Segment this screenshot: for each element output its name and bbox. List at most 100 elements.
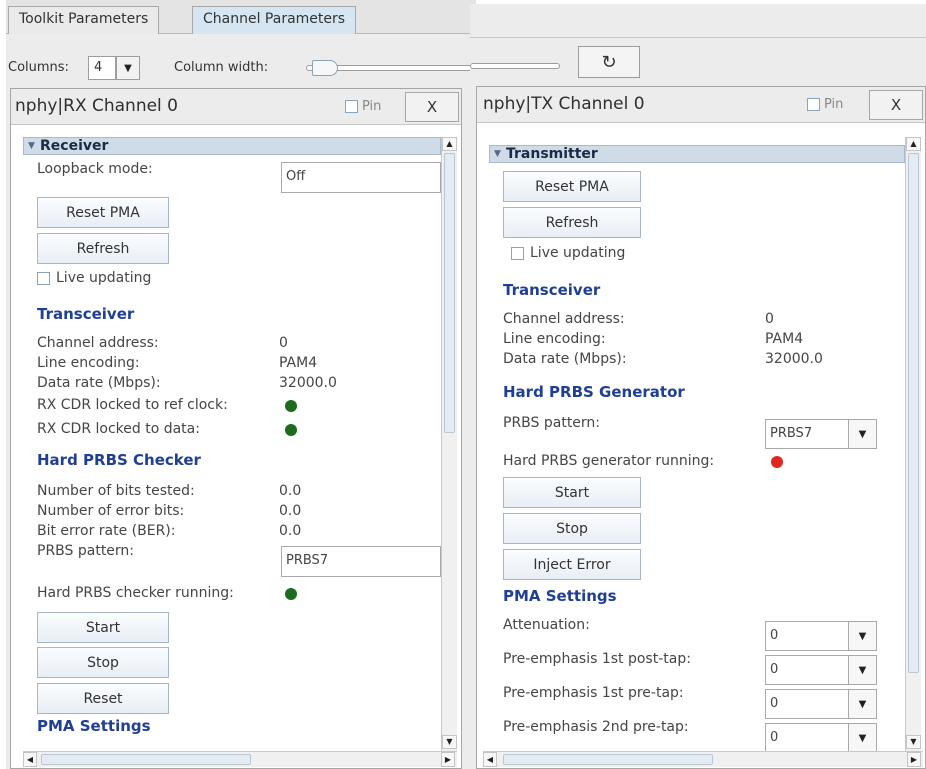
pre-emphasis-2nd-pre-tap-label: Pre-emphasis 2nd pre-tap: [503, 719, 689, 735]
tx-close-button[interactable]: X [869, 90, 923, 120]
rx-vertical-scroll-thumb[interactable] [444, 153, 455, 433]
rx-close-button[interactable]: X [405, 92, 459, 122]
tx-start-button[interactable]: Start [503, 477, 641, 508]
transmitter-section-title: Transmitter [506, 146, 598, 162]
rx-panel-header: nphy|RX Channel 0 Pin X [11, 89, 461, 125]
rx-prbs-pattern-field[interactable]: PRBS7 [281, 546, 441, 577]
rx-pma-settings-heading: PMA Settings [37, 717, 151, 735]
tx-pin-toggle[interactable]: Pin [807, 97, 843, 112]
rx-scroll-down-icon[interactable]: ▼ [442, 735, 457, 749]
tx-pin-label: Pin [824, 97, 844, 112]
tab-toolkit-parameters[interactable]: Toolkit Parameters [8, 6, 160, 34]
tx-line-encoding-label: Line encoding: [503, 331, 606, 347]
dropdown-icon[interactable]: ▼ [849, 655, 877, 685]
section-collapse-icon[interactable]: ▼ [494, 146, 501, 162]
columns-label: Columns: [8, 60, 69, 75]
rx-transceiver-heading: Transceiver [37, 305, 135, 323]
dropdown-icon[interactable]: ▼ [849, 689, 877, 719]
tx-channel-panel: nphy|TX Channel 0 Pin X ▼ Transmitter Re… [476, 86, 926, 769]
rx-scroll-up-icon[interactable]: ▲ [442, 137, 457, 151]
cdr-ref-clock-status-icon [285, 400, 297, 412]
rx-vertical-scrollbar[interactable]: ▲ ▼ [441, 137, 457, 751]
tx-live-updating-toggle[interactable]: Live updating [511, 245, 625, 261]
dropdown-icon[interactable]: ▼ [849, 621, 877, 651]
section-collapse-icon[interactable]: ▼ [28, 138, 35, 154]
refresh-layout-icon[interactable]: ↻ [578, 46, 640, 78]
column-width-label: Column width: [174, 60, 269, 75]
rx-scroll-left-icon[interactable]: ◀ [23, 752, 37, 767]
tx-pma-settings-heading: PMA Settings [503, 587, 617, 605]
dropdown-icon[interactable]: ▼ [849, 723, 877, 751]
rx-reset-button[interactable]: Reset [37, 683, 169, 714]
tx-scroll-up-icon[interactable]: ▲ [906, 137, 921, 151]
rx-pin-toggle[interactable]: Pin [345, 99, 381, 114]
pre-emphasis-1st-post-tap-label: Pre-emphasis 1st post-tap: [503, 651, 691, 667]
prbs-checker-heading: Hard PRBS Checker [37, 451, 201, 469]
tx-prbs-pattern-value: PRBS7 [765, 419, 849, 449]
receiver-section-title: Receiver [40, 138, 109, 154]
tx-vertical-scroll-thumb[interactable] [908, 153, 919, 673]
columns-select[interactable]: 4 [88, 56, 116, 80]
error-bits-value: 0.0 [279, 503, 302, 519]
checker-running-label: Hard PRBS checker running: [37, 585, 234, 601]
tx-transceiver-heading: Transceiver [503, 281, 601, 299]
tx-vertical-scrollbar[interactable]: ▲ ▼ [905, 137, 921, 751]
attenuation-value: 0 [765, 621, 849, 651]
tab-channel-parameters[interactable]: Channel Parameters [192, 6, 357, 34]
rx-start-button[interactable]: Start [37, 612, 169, 643]
tx-stop-button[interactable]: Stop [503, 513, 641, 544]
right-window: ↻ nphy|TX Channel 0 Pin X ▼ Transmitter … [470, 4, 926, 769]
tx-horizontal-scroll-thumb[interactable] [503, 754, 713, 765]
tx-live-updating-checkbox[interactable] [511, 246, 524, 260]
inject-error-button[interactable]: Inject Error [503, 549, 641, 580]
tx-prbs-pattern-select[interactable]: PRBS7 ▼ [765, 419, 877, 449]
rx-live-updating-toggle[interactable]: Live updating [37, 270, 151, 286]
rx-refresh-button[interactable]: Refresh [37, 233, 169, 264]
tx-data-rate-value: 32000.0 [765, 351, 823, 367]
generator-running-label: Hard PRBS generator running: [503, 453, 715, 469]
pre-emphasis-1st-pre-tap-select[interactable]: 0 ▼ [765, 689, 877, 719]
tx-panel-title: nphy|TX Channel 0 [483, 94, 645, 114]
rx-scroll-right-icon[interactable]: ▶ [441, 752, 455, 767]
pre-emphasis-2nd-pre-tap-select[interactable]: 0 ▼ [765, 723, 877, 751]
loopback-mode-label: Loopback mode: [37, 161, 153, 177]
ber-label: Bit error rate (BER): [37, 523, 176, 539]
rx-live-updating-checkbox[interactable] [37, 271, 50, 285]
rx-panel-title: nphy|RX Channel 0 [15, 96, 179, 116]
rx-pin-checkbox[interactable] [345, 100, 358, 113]
transmitter-section-header[interactable]: ▼ Transmitter [489, 145, 905, 163]
rx-pin-label: Pin [362, 99, 382, 114]
loopback-mode-field[interactable]: Off [281, 162, 441, 193]
tx-channel-address-value: 0 [765, 311, 774, 327]
rx-horizontal-scrollbar[interactable]: ◀ ▶ [23, 751, 457, 767]
tx-refresh-button[interactable]: Refresh [503, 207, 641, 238]
columns-dropdown-icon[interactable]: ▼ [116, 56, 140, 80]
bits-tested-label: Number of bits tested: [37, 483, 195, 499]
column-width-slider-thumb[interactable] [312, 60, 338, 76]
pre-emphasis-1st-post-tap-select[interactable]: 0 ▼ [765, 655, 877, 685]
column-width-slider-track-end[interactable] [470, 63, 560, 69]
pre-emphasis-1st-pre-tap-value: 0 [765, 689, 849, 719]
prbs-generator-heading: Hard PRBS Generator [503, 383, 685, 401]
attenuation-select[interactable]: 0 ▼ [765, 621, 877, 651]
rx-horizontal-scroll-thumb[interactable] [41, 754, 251, 765]
tx-scroll-right-icon[interactable]: ▶ [907, 752, 921, 767]
rx-live-updating-label: Live updating [56, 270, 152, 286]
tx-channel-address-label: Channel address: [503, 311, 625, 327]
tx-scroll-left-icon[interactable]: ◀ [483, 752, 497, 767]
rx-data-rate-value: 32000.0 [279, 375, 337, 391]
rx-line-encoding-label: Line encoding: [37, 355, 140, 371]
tx-reset-pma-button[interactable]: Reset PMA [503, 171, 641, 202]
tx-pin-checkbox[interactable] [807, 98, 820, 111]
bits-tested-value: 0.0 [279, 483, 302, 499]
rx-panel-content: ▼ Receiver Loopback mode: Off Reset PMA … [23, 137, 441, 751]
tx-scroll-down-icon[interactable]: ▼ [906, 735, 921, 749]
rx-stop-button[interactable]: Stop [37, 647, 169, 678]
rx-reset-pma-button[interactable]: Reset PMA [37, 197, 169, 228]
dropdown-icon[interactable]: ▼ [849, 419, 877, 449]
right-tab-bar [470, 4, 926, 38]
rx-channel-address-label: Channel address: [37, 335, 159, 351]
receiver-section-header[interactable]: ▼ Receiver [23, 137, 441, 155]
tx-horizontal-scrollbar[interactable]: ◀ ▶ [483, 751, 923, 767]
generator-running-status-icon [771, 456, 783, 468]
